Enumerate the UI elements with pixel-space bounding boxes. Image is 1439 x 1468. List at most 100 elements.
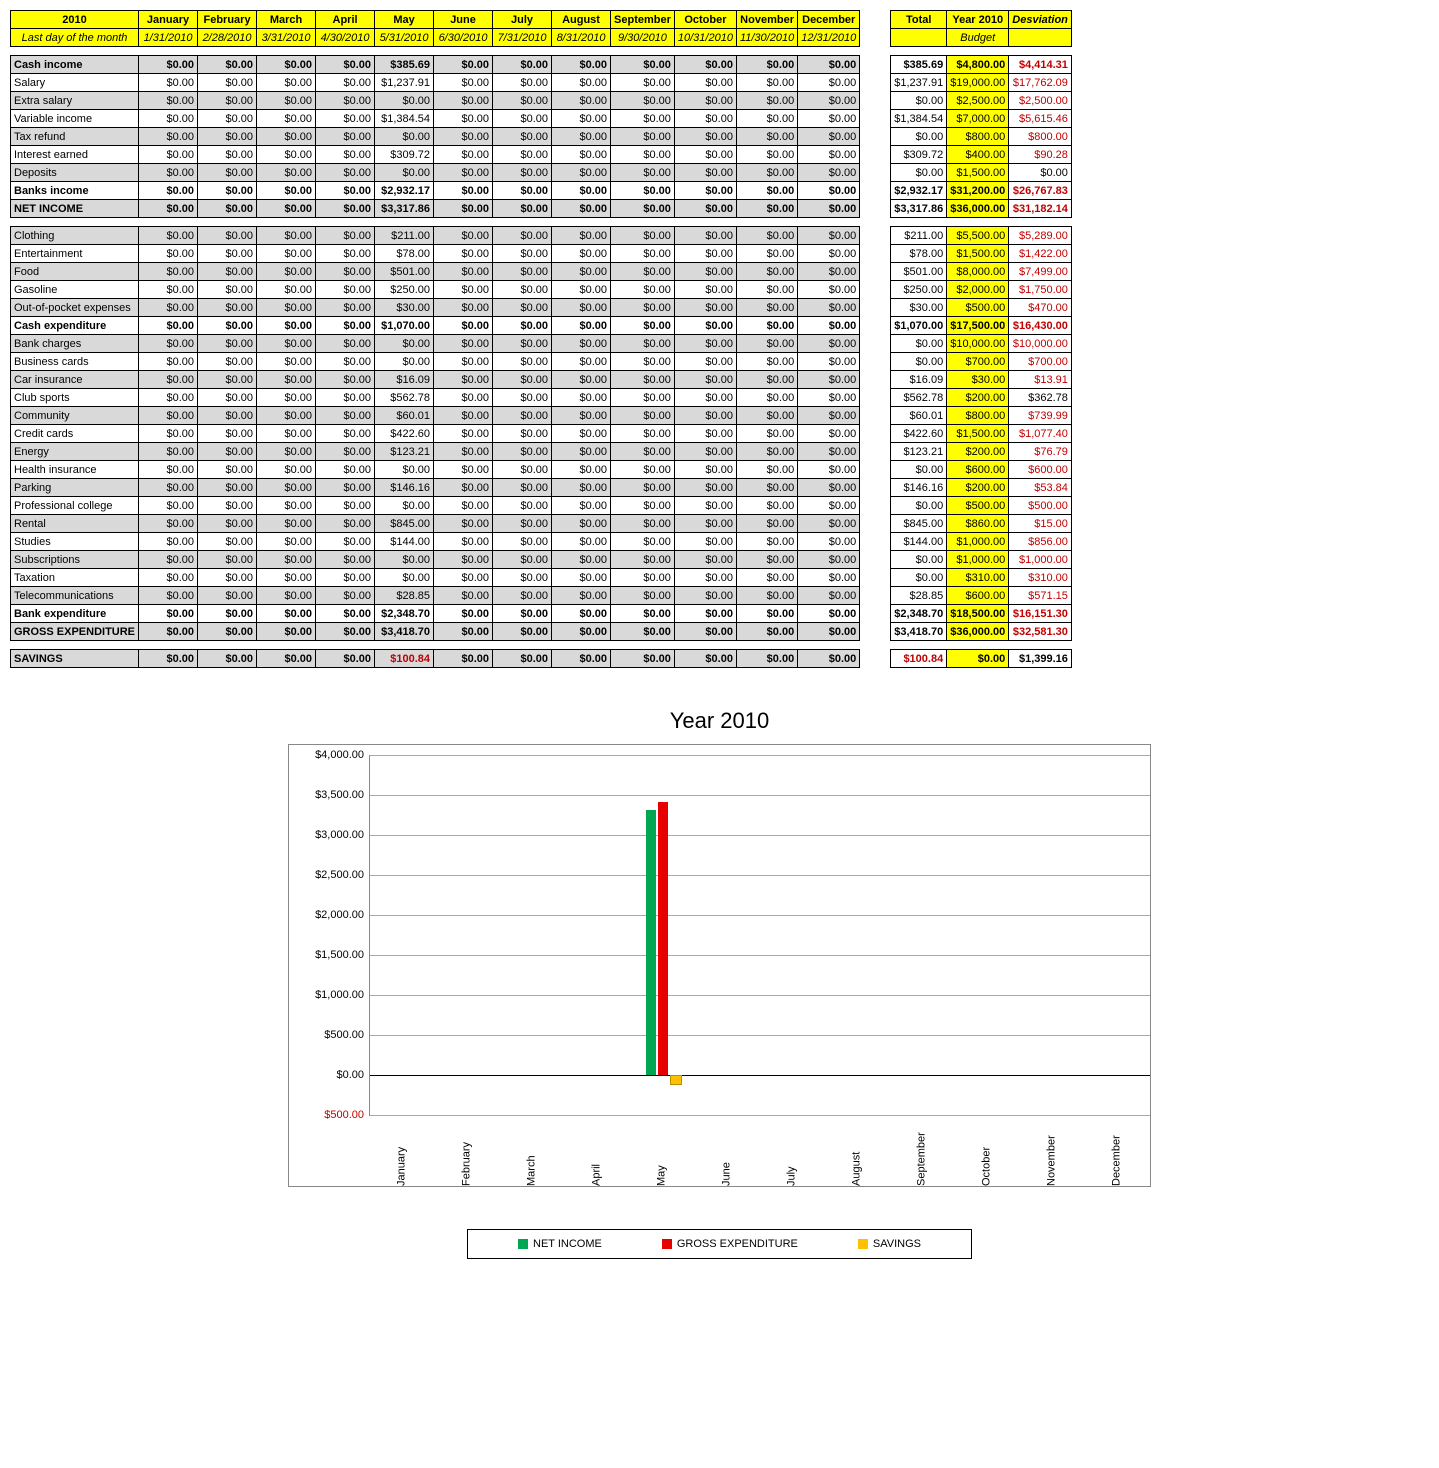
summary-row: $385.69$4,800.00$4,414.31 (891, 56, 1072, 74)
cell: $0.00 (198, 164, 257, 182)
total-cell: $1,237.91 (891, 74, 947, 92)
cell: $0.00 (139, 515, 198, 533)
total-cell: $422.60 (891, 425, 947, 443)
cell: $0.00 (736, 569, 797, 587)
total-cell: $144.00 (891, 533, 947, 551)
cell: $0.00 (316, 371, 375, 389)
row-label: Clothing (11, 227, 139, 245)
budget-cell: $860.00 (947, 515, 1009, 533)
summary-row: $16.09$30.00$13.91 (891, 371, 1072, 389)
cell: $0.00 (798, 461, 860, 479)
cell: $0.00 (552, 92, 611, 110)
cell: $0.00 (552, 515, 611, 533)
cell: $0.00 (798, 281, 860, 299)
cell: $78.00 (375, 245, 434, 263)
cell: $0.00 (139, 353, 198, 371)
cell: $0.00 (257, 443, 316, 461)
row-label: Extra salary (11, 92, 139, 110)
x-tick-label: February (434, 1116, 499, 1186)
cell: $0.00 (316, 146, 375, 164)
cell: $0.00 (611, 497, 675, 515)
cell: $0.00 (139, 245, 198, 263)
cell: $0.00 (316, 281, 375, 299)
cell: $0.00 (611, 353, 675, 371)
header-month: August (552, 11, 611, 29)
cell: $0.00 (434, 263, 493, 281)
deviation-cell: $1,422.00 (1009, 245, 1072, 263)
row-label: Variable income (11, 110, 139, 128)
cell: $0.00 (611, 92, 675, 110)
cell: $0.00 (493, 245, 552, 263)
cell: $0.00 (798, 407, 860, 425)
summary-row: $0.00$10,000.00$10,000.00 (891, 335, 1072, 353)
deviation-cell: $32,581.30 (1009, 623, 1072, 641)
cell: $0.00 (434, 146, 493, 164)
cell: $0.00 (198, 650, 257, 668)
summary-row: $0.00$800.00$800.00 (891, 128, 1072, 146)
cell: $0.00 (198, 299, 257, 317)
row-label: SAVINGS (11, 650, 139, 668)
cell: $0.00 (139, 425, 198, 443)
cell: $0.00 (736, 281, 797, 299)
cell: $0.00 (375, 569, 434, 587)
cell: $0.00 (139, 281, 198, 299)
cell: $0.00 (257, 569, 316, 587)
budget-cell: $2,500.00 (947, 92, 1009, 110)
budget-cell: $800.00 (947, 407, 1009, 425)
deviation-cell: $10,000.00 (1009, 335, 1072, 353)
cell: $0.00 (674, 92, 736, 110)
cell: $0.00 (611, 461, 675, 479)
cell: $0.00 (257, 128, 316, 146)
budget-cell: $310.00 (947, 569, 1009, 587)
summary-row: $3,317.86$36,000.00$31,182.14 (891, 200, 1072, 218)
cell: $0.00 (674, 317, 736, 335)
row-label: Interest earned (11, 146, 139, 164)
summary-row: $845.00$860.00$15.00 (891, 515, 1072, 533)
cell: $0.00 (552, 74, 611, 92)
deviation-cell: $76.79 (1009, 443, 1072, 461)
budget-cell: $1,000.00 (947, 551, 1009, 569)
header-month: November (736, 11, 797, 29)
summary-row: $30.00$500.00$470.00 (891, 299, 1072, 317)
cell: $0.00 (198, 335, 257, 353)
cell: $100.84 (375, 650, 434, 668)
cell: $0.00 (257, 56, 316, 74)
cell: $0.00 (434, 587, 493, 605)
cell: $0.00 (139, 533, 198, 551)
total-cell: $501.00 (891, 263, 947, 281)
cell: $0.00 (139, 317, 198, 335)
cell: $0.00 (674, 569, 736, 587)
chart-x-labels: JanuaryFebruaryMarchAprilMayJuneJulyAugu… (369, 1116, 1149, 1186)
cell: $0.00 (434, 335, 493, 353)
y-tick-label: $4,000.00 (315, 749, 364, 761)
cell: $0.00 (736, 650, 797, 668)
budget-cell: $1,000.00 (947, 533, 1009, 551)
cell: $0.00 (198, 479, 257, 497)
cell: $0.00 (198, 461, 257, 479)
total-cell: $146.16 (891, 479, 947, 497)
cell: $0.00 (552, 407, 611, 425)
total-cell: $0.00 (891, 335, 947, 353)
total-cell: $1,070.00 (891, 317, 947, 335)
budget-cell: $700.00 (947, 353, 1009, 371)
cell: $0.00 (674, 479, 736, 497)
cell: $0.00 (316, 92, 375, 110)
deviation-cell: $800.00 (1009, 128, 1072, 146)
cell: $0.00 (674, 146, 736, 164)
total-cell: $562.78 (891, 389, 947, 407)
deviation-cell: $5,615.46 (1009, 110, 1072, 128)
row-label: Bank expenditure (11, 605, 139, 623)
cell: $0.00 (257, 263, 316, 281)
row-label: Food (11, 263, 139, 281)
total-cell: $1,384.54 (891, 110, 947, 128)
deviation-cell: $26,767.83 (1009, 182, 1072, 200)
cell: $0.00 (139, 479, 198, 497)
cell: $0.00 (493, 74, 552, 92)
budget-cell: $500.00 (947, 497, 1009, 515)
cell: $0.00 (798, 605, 860, 623)
cell: $0.00 (198, 605, 257, 623)
main-table: 2010JanuaryFebruaryMarchAprilMayJuneJuly… (10, 10, 860, 668)
summary-row: $1,384.54$7,000.00$5,615.46 (891, 110, 1072, 128)
cell: $0.00 (493, 353, 552, 371)
total-cell: $385.69 (891, 56, 947, 74)
